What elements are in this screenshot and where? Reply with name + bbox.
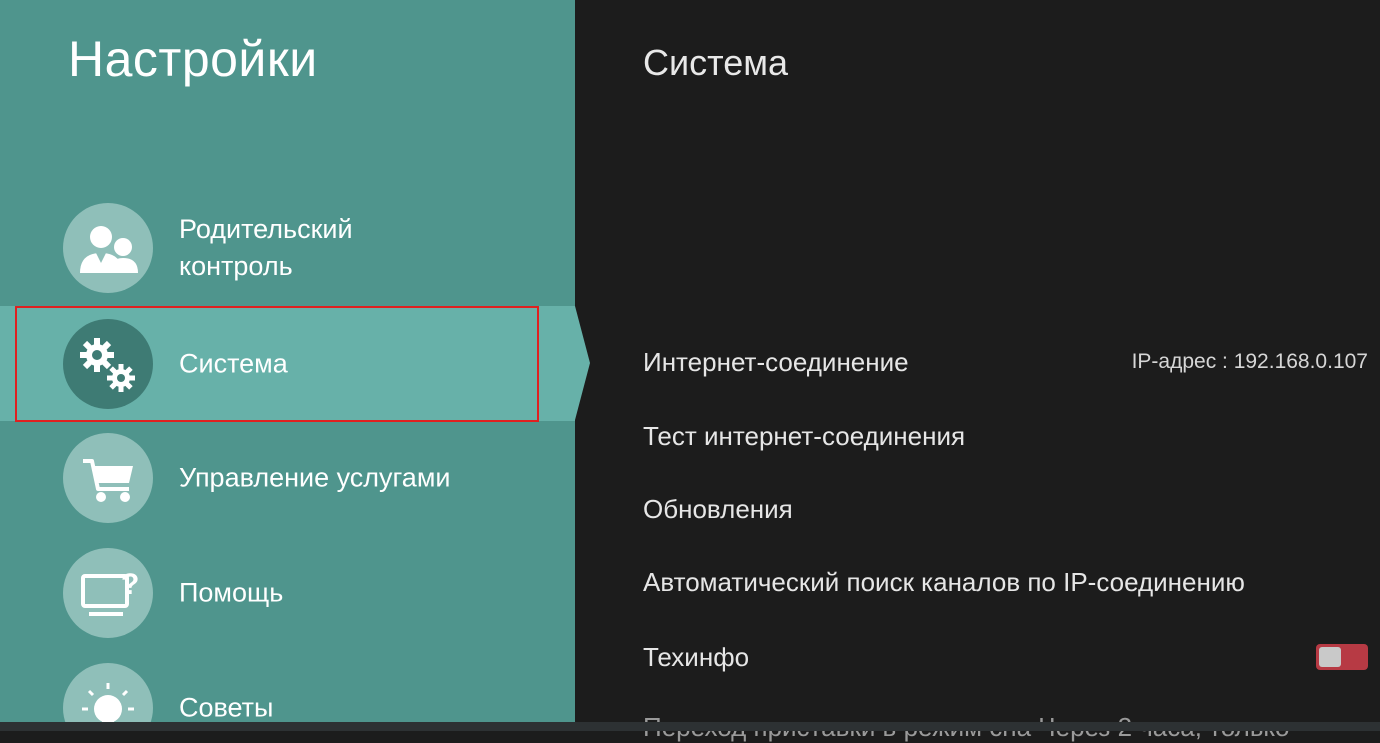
bottom-bar	[0, 722, 1380, 731]
techinfo-toggle[interactable]	[1316, 644, 1368, 670]
gears-icon	[63, 318, 153, 409]
lightbulb-icon	[63, 662, 153, 731]
shopping-cart-icon	[63, 432, 153, 523]
sidebar-item-parental-control[interactable]: Родительский контроль	[0, 190, 575, 305]
panel-title: Система	[643, 42, 788, 83]
selection-arrow-icon	[575, 306, 590, 420]
settings-sidebar: Настройки Родительский контроль Система …	[0, 0, 575, 731]
sidebar-item-system[interactable]: Система	[0, 306, 575, 421]
sidebar-title: Настройки	[68, 31, 318, 87]
sidebar-item-help[interactable]: ? Помощь	[0, 535, 575, 650]
option-updates[interactable]: Обновления	[643, 494, 793, 525]
option-label: Техинфо	[643, 642, 750, 672]
sidebar-item-label: Управление услугами	[179, 462, 451, 492]
sidebar-item-label: Родительский контроль	[179, 213, 353, 281]
sidebar-item-tips[interactable]: Советы	[0, 650, 575, 731]
toggle-knob	[1319, 647, 1341, 667]
help-monitor-icon: ?	[63, 547, 153, 638]
sidebar-item-label: Система	[179, 348, 288, 378]
sidebar-item-service-management[interactable]: Управление услугами	[0, 420, 575, 535]
sidebar-item-label: Помощь	[179, 577, 284, 607]
option-auto-channel-search[interactable]: Автоматический поиск каналов по IP-соеди…	[643, 567, 1245, 598]
option-label: Интернет-соединение	[643, 347, 909, 377]
ip-address-value: IP-адрес : 192.168.0.107	[1131, 350, 1368, 373]
sidebar-item-label: Советы	[179, 692, 274, 722]
option-internet-test[interactable]: Тест интернет-соединения	[643, 421, 965, 452]
parental-control-icon	[63, 202, 153, 293]
svg-text:?: ?	[121, 568, 139, 601]
